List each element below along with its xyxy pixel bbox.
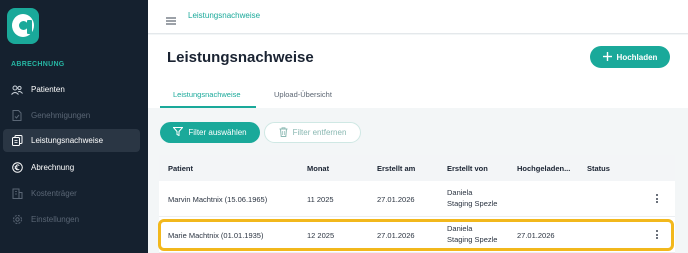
cell-monat: 11 2025	[307, 195, 334, 204]
documents-icon	[3, 135, 31, 146]
sidebar-item-label: Kostenträger	[31, 189, 77, 198]
filter-icon	[172, 127, 184, 138]
sidebar-item-einstellungen[interactable]: Einstellungen	[3, 208, 140, 231]
cell-patient: Marvin Machtnix (15.06.1965)	[168, 195, 268, 204]
sidebar-item-label: Einstellungen	[31, 215, 80, 224]
sidebar-item-genehmigungen[interactable]: Genehmigungen	[3, 104, 140, 127]
page-title: Leistungsnachweise	[167, 49, 314, 66]
sidebar: ABRECHNUNG Patienten Genehmigungen Leist…	[0, 0, 148, 253]
column-header-hochgeladen[interactable]: Hochgeladen...	[517, 164, 570, 173]
upload-button-label: Hochladen	[616, 52, 658, 62]
filter-remove-button[interactable]: Filter entfernen	[264, 122, 361, 143]
tab-upload-uebersicht[interactable]: Upload-Übersicht	[274, 90, 332, 99]
sidebar-item-leistungsnachweise[interactable]: Leistungsnachweise	[3, 129, 140, 152]
sidebar-item-kostentraeger[interactable]: Kostenträger	[3, 182, 140, 205]
logo-mark	[12, 14, 34, 37]
breadcrumb[interactable]: Leistungsnachweise	[188, 11, 260, 20]
cell-erstellt-am: 27.01.2026	[377, 195, 415, 204]
upload-button[interactable]: Hochladen	[590, 46, 670, 68]
table-row[interactable]: Marvin Machtnix (15.06.1965) 11 2025 27.…	[159, 182, 675, 217]
euro-icon	[3, 162, 31, 173]
menu-icon[interactable]	[166, 12, 176, 30]
sidebar-item-label: Patienten	[31, 85, 65, 94]
table-header: Patient Monat Erstellt am Erstellt von H…	[159, 155, 675, 181]
sidebar-item-abrechnung[interactable]: Abrechnung	[3, 156, 140, 179]
section-label: ABRECHNUNG	[11, 61, 65, 68]
cell-erstellt-von: Daniela Staging Spezle	[447, 187, 497, 209]
page-header: Leistungsnachweise Hochladen Leistungsna…	[148, 35, 688, 108]
column-header-erstellt-am[interactable]: Erstellt am	[377, 164, 415, 173]
document-check-icon	[3, 110, 31, 121]
sidebar-item-label: Leistungsnachweise	[31, 136, 104, 145]
cell-erstellt-von-line2: Staging Spezle	[447, 199, 498, 208]
row-highlight-frame	[158, 219, 674, 251]
sidebar-item-label: Genehmigungen	[31, 111, 91, 120]
gear-icon	[3, 214, 31, 225]
filter-select-label: Filter auswählen	[188, 128, 247, 137]
column-header-status[interactable]: Status	[587, 164, 610, 173]
filter-select-button[interactable]: Filter auswählen	[160, 122, 260, 143]
filter-remove-label: Filter entfernen	[292, 128, 347, 137]
column-header-erstellt-von[interactable]: Erstellt von	[447, 164, 488, 173]
plus-icon	[602, 51, 612, 63]
more-options-icon[interactable]	[655, 194, 659, 203]
column-header-monat[interactable]: Monat	[307, 164, 329, 173]
active-tab-indicator	[160, 106, 256, 108]
column-header-patient[interactable]: Patient	[168, 164, 193, 173]
tab-leistungsnachweise[interactable]: Leistungsnachweise	[173, 90, 241, 99]
trash-icon	[279, 126, 288, 139]
patients-icon	[3, 85, 31, 95]
sidebar-item-patienten[interactable]: Patienten	[3, 78, 140, 101]
sidebar-item-label: Abrechnung	[31, 163, 75, 172]
app-logo[interactable]	[7, 8, 39, 44]
top-bar: Leistungsnachweise	[148, 0, 688, 34]
building-icon	[3, 188, 31, 199]
cell-erstellt-von-line1: Daniela	[447, 188, 473, 197]
